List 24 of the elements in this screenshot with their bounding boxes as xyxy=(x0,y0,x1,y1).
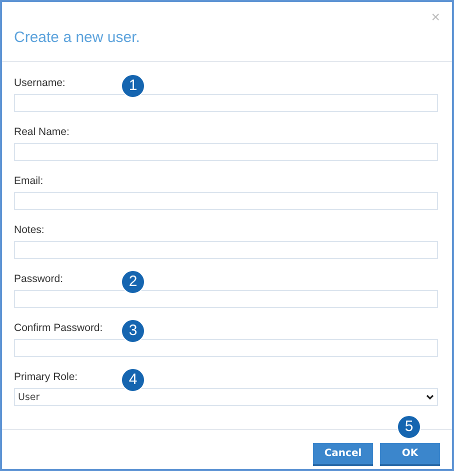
field-label: Real Name: xyxy=(14,125,70,139)
input-field[interactable] xyxy=(14,241,438,259)
dialog-title: Create a new user. xyxy=(14,29,141,46)
field-label: Email: xyxy=(14,174,44,188)
field-label: Password: xyxy=(14,272,64,286)
callout-badge: 1 xyxy=(121,74,145,98)
input-field[interactable] xyxy=(14,339,438,357)
field-label: Confirm Password: xyxy=(14,321,103,335)
input-field[interactable] xyxy=(14,94,438,112)
field-label: Username: xyxy=(14,76,66,90)
field-label: Notes: xyxy=(14,223,44,237)
close-button[interactable]: × xyxy=(431,9,440,26)
role-dropdown[interactable]: User xyxy=(14,388,438,406)
input-field[interactable] xyxy=(14,290,438,308)
input-field[interactable] xyxy=(14,192,438,210)
callout-badge: 5 xyxy=(397,415,421,439)
dialog-button[interactable]: Cancel xyxy=(313,443,373,466)
chevron-down-icon xyxy=(426,394,434,400)
callout-badge: 4 xyxy=(121,368,145,392)
input-field[interactable] xyxy=(14,143,438,161)
field-label: Primary Role: xyxy=(14,370,78,384)
callout-badge: 2 xyxy=(121,270,145,294)
dialog-button[interactable]: OK xyxy=(380,443,440,466)
callout-badge: 3 xyxy=(121,319,145,343)
